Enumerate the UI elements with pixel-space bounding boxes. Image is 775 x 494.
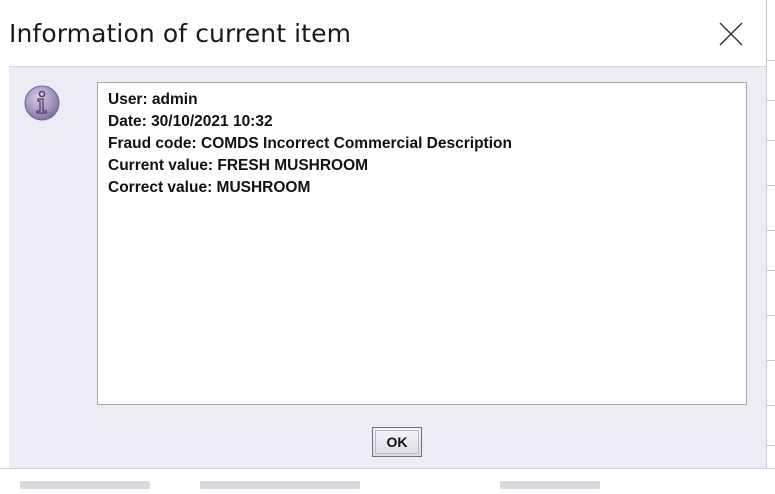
ok-button[interactable]: OK (372, 427, 422, 457)
message-text-area: User: admin Date: 30/10/2021 10:32 Fraud… (97, 82, 747, 405)
close-button[interactable] (706, 12, 756, 58)
background-divider (767, 60, 775, 61)
background-divider (767, 185, 775, 186)
message-line-correct-value: Correct value: MUSHROOM (108, 179, 311, 196)
background-divider (767, 360, 775, 361)
background-divider (767, 100, 775, 101)
background-divider (767, 445, 775, 446)
background-divider (767, 270, 775, 271)
dialog-content: User: admin Date: 30/10/2021 10:32 Fraud… (9, 66, 766, 469)
background-divider (767, 405, 775, 406)
close-icon (719, 22, 743, 46)
background-divider (767, 140, 775, 141)
background-window-edge (766, 0, 775, 493)
background-divider (767, 230, 775, 231)
background-divider (767, 315, 775, 316)
information-icon (22, 83, 62, 123)
message-line-fraud-code: Fraud code: COMDS Incorrect Commercial D… (108, 135, 512, 152)
dialog-titlebar: Information of current item (0, 0, 766, 70)
message-line-current-value: Current value: FRESH MUSHROOM (108, 157, 369, 174)
obscured-text (20, 481, 150, 489)
info-dialog: Information of current item User: admin … (0, 0, 766, 469)
obscured-text (200, 481, 360, 489)
obscured-text (500, 481, 600, 489)
message-line-date: Date: 30/10/2021 10:32 (108, 113, 273, 130)
background-window-bottom (0, 468, 775, 494)
message-line-user: User: admin (108, 91, 198, 108)
dialog-title: Information of current item (9, 19, 352, 48)
